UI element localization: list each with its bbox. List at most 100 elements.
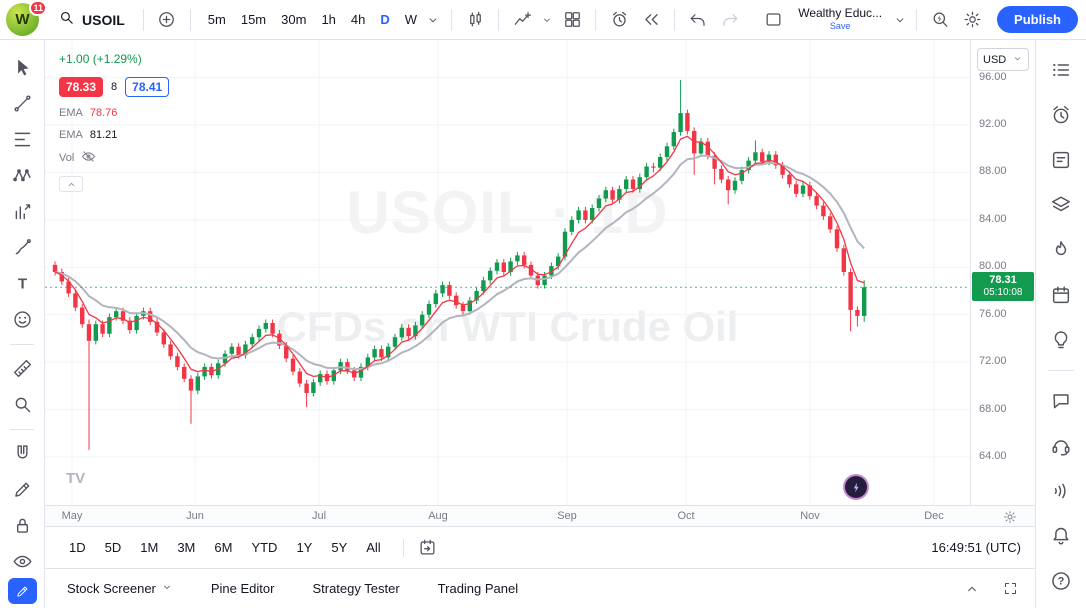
tab-trading-panel[interactable]: Trading Panel — [438, 581, 518, 596]
interval-1h[interactable]: 1h — [314, 8, 342, 31]
hide-drawings-tool[interactable] — [5, 544, 39, 578]
time-axis-month: Jul — [312, 510, 326, 522]
price-scale[interactable]: USD 96.0092.0088.0084.0080.0076.0072.006… — [970, 40, 1035, 505]
right-sidebar: ? — [1035, 40, 1086, 608]
calendar-button[interactable] — [1044, 278, 1078, 312]
data-window-button[interactable] — [1044, 143, 1078, 177]
quick-search-button[interactable] — [925, 5, 955, 35]
settings-button[interactable] — [957, 5, 987, 35]
range-3m[interactable]: 3M — [171, 537, 201, 558]
price-axis-label: 96.00 — [979, 71, 1007, 83]
object-tree-button[interactable] — [1044, 188, 1078, 222]
create-alert-button[interactable] — [604, 5, 634, 35]
magnet-tool[interactable] — [5, 436, 39, 470]
layout-name: Wealthy Educ... — [798, 7, 882, 21]
help-button[interactable]: ? — [1044, 564, 1078, 598]
range-6m[interactable]: 6M — [208, 537, 238, 558]
interval-4h[interactable]: 4h — [344, 8, 372, 31]
time-scale[interactable]: MayJunJulAugSepOctNovDec — [45, 505, 1035, 527]
watchlist-button[interactable] — [1044, 53, 1078, 87]
interval-d[interactable]: D — [373, 8, 396, 31]
chart-canvas[interactable] — [45, 40, 970, 505]
ema-fast-legend: EMA 78.76 — [59, 107, 169, 119]
interval-30m[interactable]: 30m — [274, 8, 313, 31]
layout-thumbnail-button[interactable] — [758, 5, 788, 35]
notifications-button[interactable] — [1044, 519, 1078, 553]
bar-countdown: 05:10:08 — [972, 287, 1034, 299]
brush-tool[interactable] — [5, 230, 39, 264]
trend-line-tool[interactable] — [5, 86, 39, 120]
tab-pine-editor[interactable]: Pine Editor — [211, 581, 275, 596]
toolbar-separator — [451, 9, 452, 31]
symbol-search-button[interactable]: USOIL — [48, 5, 135, 35]
layout-menu-caret-icon[interactable] — [892, 5, 908, 35]
interval-15m[interactable]: 15m — [234, 8, 273, 31]
time-axis-month: Sep — [557, 510, 577, 522]
redo-button[interactable] — [715, 5, 745, 35]
bar-replay-button[interactable] — [636, 5, 666, 35]
tab-strategy-tester[interactable]: Strategy Tester — [312, 581, 399, 596]
interval-menu-caret-icon[interactable] — [425, 5, 441, 35]
alerts-button[interactable] — [1044, 98, 1078, 132]
interval-5m[interactable]: 5m — [201, 8, 233, 31]
drawing-toolbar: T — [0, 40, 45, 608]
range-all[interactable]: All — [360, 537, 386, 558]
range-1y[interactable]: 1Y — [290, 537, 318, 558]
sell-button[interactable]: 78.33 — [59, 77, 103, 97]
indicators-button[interactable] — [507, 5, 537, 35]
multichart-layout-button[interactable] — [557, 5, 587, 35]
clock-utc[interactable]: 16:49:51 (UTC) — [931, 540, 1025, 555]
publish-button[interactable]: Publish — [997, 6, 1078, 33]
range-toolbar: 1D 5D 1M 3M 6M YTD 1Y 5Y All 16:49:51 (UTC) — [45, 527, 1035, 568]
support-button[interactable] — [1044, 429, 1078, 463]
layout-save-label: Save — [798, 21, 882, 31]
volume-hidden-eye-icon[interactable] — [81, 149, 96, 167]
measure-tool[interactable] — [5, 351, 39, 385]
time-axis-month: Nov — [800, 510, 820, 522]
event-badge-icon[interactable] — [845, 476, 867, 498]
chart-style-button[interactable] — [460, 5, 490, 35]
indicators-button-caret-icon[interactable] — [539, 5, 555, 35]
currency-selector[interactable]: USD — [977, 48, 1029, 71]
text-tool[interactable]: T — [5, 266, 39, 300]
time-axis-month: Aug — [428, 510, 448, 522]
lock-drawings-tool[interactable] — [5, 508, 39, 542]
spread-value: 8 — [111, 81, 117, 93]
panel-maximize-button[interactable] — [999, 578, 1021, 600]
zoom-tool[interactable] — [5, 387, 39, 421]
range-1d[interactable]: 1D — [63, 537, 92, 558]
draw-tool[interactable] — [5, 472, 39, 506]
time-axis-month: Oct — [677, 510, 694, 522]
range-ytd[interactable]: YTD — [245, 537, 283, 558]
ideas-button[interactable] — [1044, 323, 1078, 357]
app-logo[interactable]: W11 — [4, 2, 46, 38]
pattern-tool[interactable] — [5, 158, 39, 192]
chat-button[interactable] — [1044, 384, 1078, 418]
range-5d[interactable]: 5D — [99, 537, 128, 558]
range-1m[interactable]: 1M — [134, 537, 164, 558]
price-axis-label: 84.00 — [979, 213, 1007, 225]
streams-button[interactable] — [1044, 474, 1078, 508]
chevron-down-icon — [1012, 53, 1023, 67]
buy-button[interactable]: 78.41 — [125, 77, 169, 97]
interval-w[interactable]: W — [398, 8, 424, 31]
legend-collapse-button[interactable] — [59, 176, 83, 192]
ema-slow-legend: EMA 81.21 — [59, 129, 169, 141]
tab-stock-screener[interactable]: Stock Screener — [67, 581, 173, 596]
fib-retracement-tool[interactable] — [5, 122, 39, 156]
add-symbol-button[interactable] — [152, 5, 182, 35]
drawing-panel-toggle[interactable] — [8, 578, 37, 604]
panel-collapse-button[interactable] — [961, 578, 983, 600]
price-axis-label: 92.00 — [979, 118, 1007, 130]
price-axis-label: 64.00 — [979, 450, 1007, 462]
forecast-tool[interactable] — [5, 194, 39, 228]
undo-button[interactable] — [683, 5, 713, 35]
range-5y[interactable]: 5Y — [325, 537, 353, 558]
emoji-tool[interactable] — [5, 302, 39, 336]
divider — [403, 539, 404, 557]
cursor-tool[interactable] — [5, 50, 39, 84]
layout-name-button[interactable]: Wealthy Educ...Save — [790, 5, 890, 33]
hotlists-button[interactable] — [1044, 233, 1078, 267]
go-to-date-button[interactable] — [413, 533, 443, 563]
toolbar-divider — [10, 344, 34, 345]
